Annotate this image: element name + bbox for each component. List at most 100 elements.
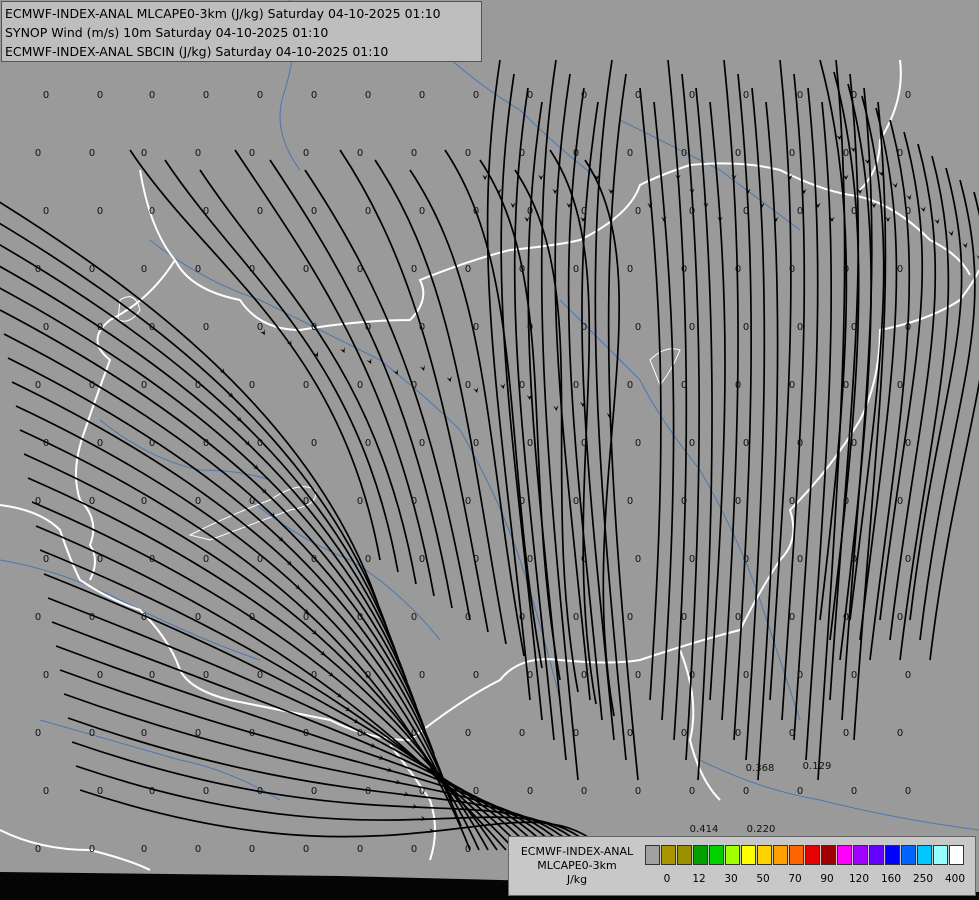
cin-value-label: 0 (257, 786, 263, 797)
cin-value-label: 0 (257, 554, 263, 565)
cin-value-label: 0 (411, 496, 417, 507)
cin-value-label: 0 (635, 786, 641, 797)
cin-value-label: 0 (905, 438, 911, 449)
cin-value-label: 0 (681, 264, 687, 275)
cin-value-label: 0 (97, 554, 103, 565)
cin-value-label: 0 (689, 322, 695, 333)
cin-value-label: 0 (35, 496, 41, 507)
cin-value-label: 0 (905, 670, 911, 681)
cin-value-label: 0 (43, 322, 49, 333)
legend-swatch (709, 845, 724, 865)
cin-value-label: 0 (897, 380, 903, 391)
cin-value-label: 0 (89, 148, 95, 159)
legend-swatch (917, 845, 932, 865)
cin-value-label: 0 (527, 786, 533, 797)
cin-value-label: 0 (149, 670, 155, 681)
legend-swatch (949, 845, 964, 865)
cin-value-label: 0 (303, 264, 309, 275)
map-header: ECMWF-INDEX-ANAL MLCAPE0-3km (J/kg) Satu… (1, 1, 482, 62)
legend-title: ECMWF-INDEX-ANAL MLCAPE0-3km J/kg (511, 845, 643, 887)
cin-value-label: 0 (357, 612, 363, 623)
cin-value-label: 0 (797, 438, 803, 449)
cin-value-label: 0 (573, 264, 579, 275)
cin-value-label: 0 (257, 206, 263, 217)
cin-value-label: 0 (789, 612, 795, 623)
legend-swatch (805, 845, 820, 865)
cin-value-label: 0 (303, 380, 309, 391)
cin-value-label: 0 (573, 380, 579, 391)
cin-value-label: 0 (419, 786, 425, 797)
cin-value-label: 0 (195, 264, 201, 275)
cin-value-label: 0 (249, 496, 255, 507)
cin-value-label: 0 (365, 90, 371, 101)
cin-value-label: 0 (519, 496, 525, 507)
cin-value-label: 0 (249, 148, 255, 159)
cin-value-label: 0 (203, 206, 209, 217)
cin-value-label: 0 (527, 322, 533, 333)
cin-value-label: 0 (35, 844, 41, 855)
cin-value-label: 0 (249, 728, 255, 739)
cin-value-label: 0 (743, 90, 749, 101)
cin-value-label: 0 (735, 380, 741, 391)
cin-value-label: 0 (357, 380, 363, 391)
legend-unit: J/kg (566, 873, 588, 886)
legend-tick: 30 (724, 873, 738, 885)
cin-value-label: 0 (843, 612, 849, 623)
cin-value-label: 0 (897, 612, 903, 623)
cin-value-label: 0 (141, 264, 147, 275)
cin-value-label: 0 (365, 438, 371, 449)
cin-value-label: 0 (35, 612, 41, 623)
cin-value-label: 0 (735, 148, 741, 159)
cin-value-label: 0 (797, 322, 803, 333)
cin-value-label: 0 (97, 670, 103, 681)
cin-value-label: 0 (635, 90, 641, 101)
cin-value-label: 0 (789, 728, 795, 739)
cin-value-label: 0 (43, 206, 49, 217)
cin-value-label: 0 (689, 90, 695, 101)
cin-value-label: 0 (411, 264, 417, 275)
cin-value-label: 0 (43, 438, 49, 449)
legend-swatch (853, 845, 868, 865)
cin-value-label: 0 (249, 264, 255, 275)
cin-value-label: 0 (149, 322, 155, 333)
legend-swatch (645, 845, 660, 865)
cin-value-label: 0 (473, 206, 479, 217)
cin-value-label: 0 (905, 786, 911, 797)
cin-value-label: 0 (419, 322, 425, 333)
cin-value-label: 0 (851, 206, 857, 217)
cin-value-label: 0 (681, 728, 687, 739)
cin-value-label: 0 (195, 148, 201, 159)
cin-value-label: 0 (905, 322, 911, 333)
cin-value-label: 0 (689, 786, 695, 797)
cin-value-label: 0 (897, 264, 903, 275)
cin-value-label: 0 (465, 728, 471, 739)
cin-value-label: 0 (149, 438, 155, 449)
cin-value-label: 0 (97, 322, 103, 333)
cin-value-label: 0 (843, 380, 849, 391)
cin-value-label: 0 (519, 728, 525, 739)
cin-value-label: 0 (797, 206, 803, 217)
cin-value-label: 0 (473, 322, 479, 333)
cin-value-label: 0 (897, 148, 903, 159)
cin-value-label: 0 (365, 670, 371, 681)
cin-value-label: 0 (527, 90, 533, 101)
legend-tick: 120 (848, 873, 870, 885)
cin-value-label: 0 (527, 670, 533, 681)
cin-value-label: 0 (743, 206, 749, 217)
cin-value-label: 0 (35, 148, 41, 159)
legend-swatch (885, 845, 900, 865)
legend-tick: 90 (820, 873, 834, 885)
cin-value-label: 0 (905, 90, 911, 101)
cin-value-label: 0 (89, 844, 95, 855)
cin-value-label: 0 (473, 438, 479, 449)
cin-value-label: 0 (149, 90, 155, 101)
header-line-wind: SYNOP Wind (m/s) 10m Saturday 04-10-2025… (5, 25, 329, 40)
cin-value-label: 0 (573, 148, 579, 159)
cin-value-label: 0 (581, 554, 587, 565)
legend-swatch (869, 845, 884, 865)
cin-value-label: 0 (149, 206, 155, 217)
cin-value-label: 0 (43, 90, 49, 101)
cin-value-label: 0 (35, 728, 41, 739)
cin-value-label: 0 (419, 670, 425, 681)
cin-value-label: 0 (43, 786, 49, 797)
